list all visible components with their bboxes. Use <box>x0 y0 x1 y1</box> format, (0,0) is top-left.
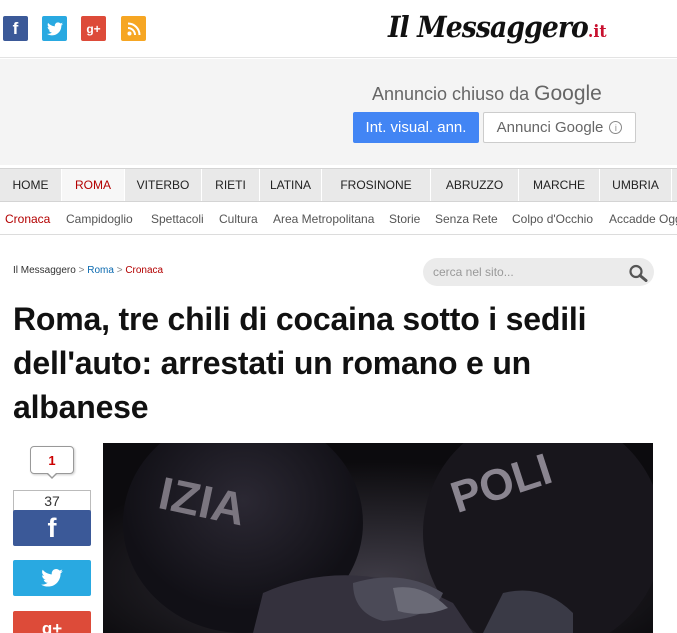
logo-suffix: .it <box>587 22 607 42</box>
subnav-item-cronaca[interactable]: Cronaca <box>5 212 50 226</box>
nav-item-umbria[interactable]: UMBRIA <box>600 169 672 201</box>
nav-item-roma[interactable]: ROMA <box>62 169 125 201</box>
subnav-item-spettacoli[interactable]: Spettacoli <box>151 212 204 226</box>
ad-closed-message: Annuncio chiuso da Google <box>372 82 602 106</box>
search-icon[interactable] <box>628 264 648 282</box>
google-ads-label: Annunci Google <box>496 119 604 136</box>
breadcrumb-current[interactable]: Cronaca <box>125 265 163 276</box>
subnav-item-cultura[interactable]: Cultura <box>219 212 258 226</box>
nav-item-frosinone[interactable]: FROSINONE <box>322 169 431 201</box>
twitter-share-button[interactable] <box>13 560 91 596</box>
info-icon[interactable]: i <box>609 121 623 134</box>
google-plus-share-button[interactable]: g+ <box>13 611 91 633</box>
nav-item-home[interactable]: HOME <box>0 169 62 201</box>
comment-count-bubble[interactable]: 1 <box>30 446 74 474</box>
article-photo[interactable]: IZIA POLI <box>103 443 653 633</box>
subnav-item-accadde-oggi[interactable]: Accadde Oggi <box>609 212 677 226</box>
subnav-item-area-metropolitana[interactable]: Area Metropolitana <box>273 212 374 226</box>
ad-closed-text: Annuncio chiuso da <box>372 84 530 104</box>
breadcrumb-home[interactable]: Il Messaggero <box>13 265 76 276</box>
breadcrumb-section[interactable]: Roma <box>87 265 114 276</box>
breadcrumb-separator: > <box>116 265 123 276</box>
nav-item-marche[interactable]: MARCHE <box>519 169 600 201</box>
article-headline: Roma, tre chili di cocaina sotto i sedil… <box>13 301 587 425</box>
google-plus-icon[interactable]: g+ <box>81 16 106 41</box>
nav-item-abruzzo[interactable]: ABRUZZO <box>431 169 519 201</box>
site-logo[interactable]: Il Messaggero.it <box>388 10 607 44</box>
google-brand: Google <box>534 82 602 105</box>
nav-item-rieti[interactable]: RIETI <box>202 169 260 201</box>
main-nav: HOME ROMA VITERBO RIETI LATINA FROSINONE… <box>0 168 677 202</box>
subnav-item-campidoglio[interactable]: Campidoglio <box>66 212 133 226</box>
search-box <box>423 258 654 286</box>
sub-nav: Cronaca Campidoglio Spettacoli Cultura A… <box>0 203 677 235</box>
rss-icon[interactable] <box>121 16 146 41</box>
top-bar: f g+ Il Messaggero.it <box>0 0 677 58</box>
facebook-share-count: 37 <box>13 490 91 511</box>
twitter-icon <box>41 569 63 587</box>
breadcrumb: Il Messaggero > Roma > Cronaca <box>13 265 163 276</box>
search-input[interactable] <box>433 263 623 281</box>
comment-bubble-tail <box>46 472 58 479</box>
facebook-icon[interactable]: f <box>3 16 28 41</box>
google-ads-button[interactable]: Annunci Google i <box>483 112 636 143</box>
breadcrumb-separator: > <box>78 265 85 276</box>
nav-item-latina[interactable]: LATINA <box>260 169 322 201</box>
subnav-item-storie[interactable]: Storie <box>389 212 420 226</box>
subnav-item-colpo-docchio[interactable]: Colpo d'Occhio <box>512 212 593 226</box>
logo-text: Il Messaggero <box>388 10 589 44</box>
facebook-share-button[interactable]: f <box>13 510 91 546</box>
subnav-item-senza-rete[interactable]: Senza Rete <box>435 212 498 226</box>
nav-item-viterbo[interactable]: VITERBO <box>125 169 202 201</box>
ad-area: Annuncio chiuso da Google Int. visual. a… <box>0 59 677 165</box>
twitter-icon[interactable] <box>42 16 67 41</box>
view-ads-button[interactable]: Int. visual. ann. <box>353 112 479 143</box>
